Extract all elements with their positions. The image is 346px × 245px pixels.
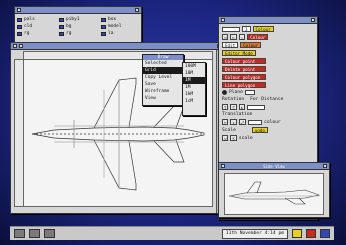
directory-icon bbox=[17, 24, 22, 29]
rotate-x-button[interactable]: ↰ bbox=[222, 104, 229, 110]
menu-item-selected[interactable]: Selected bbox=[143, 60, 183, 67]
directory-icon bbox=[101, 17, 106, 22]
menu-item-view[interactable]: View bbox=[143, 95, 183, 102]
file-item[interactable]: la bbox=[101, 31, 141, 36]
icon-bar: 11th November 4:14 pm bbox=[10, 226, 334, 240]
file-item[interactable]: pals bbox=[17, 17, 57, 22]
menu-item-wireframe[interactable]: Wireframe bbox=[143, 88, 183, 95]
translate-z-button[interactable]: ⤢ bbox=[238, 119, 247, 125]
ram-disc-icon[interactable] bbox=[44, 229, 55, 238]
file-item[interactable]: bg bbox=[59, 24, 99, 29]
menu-item-save[interactable]: Save bbox=[143, 81, 183, 88]
application-icon[interactable] bbox=[292, 229, 302, 238]
toggle-size-icon[interactable] bbox=[135, 8, 139, 12]
file-item[interactable]: rg bbox=[17, 31, 57, 36]
tools-title-bar[interactable] bbox=[219, 17, 317, 24]
translate-y-button[interactable]: ↕ bbox=[230, 119, 237, 125]
colour-label: colour bbox=[264, 119, 281, 125]
hard-drive-icon[interactable] bbox=[29, 229, 40, 238]
toggle-size-icon[interactable] bbox=[323, 164, 327, 168]
directory-icon bbox=[17, 31, 22, 36]
submenu-item[interactable]: 10M bbox=[183, 70, 205, 77]
submenu-item[interactable]: 1M bbox=[183, 77, 205, 84]
directory-icon bbox=[17, 17, 22, 22]
drawing-title-bar[interactable] bbox=[11, 43, 223, 50]
application-icon[interactable] bbox=[306, 229, 316, 238]
tool-button[interactable]: ◁ bbox=[222, 34, 229, 40]
op-colour-point[interactable]: Colour point bbox=[222, 58, 266, 64]
colour-field[interactable]: Colour bbox=[247, 34, 269, 40]
scale-label: Scale bbox=[222, 127, 236, 133]
translate-x-button[interactable]: ↔ bbox=[222, 119, 229, 125]
jet-side-view-drawing bbox=[228, 181, 321, 205]
plane-radio[interactable] bbox=[222, 90, 227, 95]
close-icon[interactable] bbox=[221, 18, 225, 22]
scale-x-button[interactable]: ⇲ bbox=[222, 135, 229, 141]
side-view-window[interactable]: Side View bbox=[218, 162, 330, 218]
directory-icon bbox=[101, 31, 106, 36]
directory-icon bbox=[59, 24, 64, 29]
translation-label: Translation bbox=[222, 112, 253, 117]
file-item[interactable]: cld bbox=[17, 24, 57, 29]
colour-value-field[interactable] bbox=[248, 119, 263, 125]
op-colour-polygon[interactable]: Colour polygon bbox=[222, 74, 266, 80]
submenu-item[interactable]: 1kM bbox=[183, 91, 205, 98]
menu-item-copy-level[interactable]: Copy Level bbox=[143, 74, 183, 81]
tool-button[interactable]: △ bbox=[238, 34, 246, 40]
rotate-y-button[interactable]: ↱ bbox=[230, 104, 237, 110]
menu-item-grid[interactable]: Grid bbox=[143, 67, 183, 74]
file-item[interactable]: model bbox=[101, 24, 141, 29]
distance-field[interactable] bbox=[247, 104, 266, 110]
top-value[interactable]: 3 bbox=[242, 26, 251, 32]
edit-label: Edit bbox=[222, 42, 239, 48]
file-item[interactable]: piby1 bbox=[59, 17, 99, 22]
side-view-title: Side View bbox=[263, 163, 285, 169]
clock-display[interactable]: 11th November 4:14 pm bbox=[221, 228, 288, 239]
tool-button[interactable]: ▷ bbox=[230, 34, 237, 40]
rotate-z-button[interactable]: ↻ bbox=[238, 104, 246, 110]
plane-field[interactable] bbox=[244, 90, 255, 95]
close-icon[interactable] bbox=[19, 44, 23, 48]
submenu-item[interactable]: 1cM bbox=[183, 98, 205, 105]
directory-icon bbox=[59, 17, 64, 22]
scale-y-button[interactable]: ⇱ bbox=[230, 135, 237, 141]
close-icon[interactable] bbox=[221, 164, 225, 168]
directory-icon bbox=[101, 24, 106, 29]
scale-button-label: scale bbox=[238, 135, 253, 141]
side-view-canvas[interactable] bbox=[224, 173, 324, 215]
for-distance-label: For Distance bbox=[250, 97, 284, 102]
side-view-title-bar[interactable]: Side View bbox=[219, 163, 329, 170]
colour-field[interactable]: Colour bbox=[240, 42, 262, 48]
toggle-size-icon[interactable] bbox=[311, 18, 315, 22]
acorn-icon[interactable] bbox=[320, 229, 330, 238]
file-item[interactable]: rg bbox=[59, 31, 99, 36]
filer-items: pals piby1 box cld bg model rg rg la bbox=[15, 14, 141, 39]
undo-button[interactable]: undo bbox=[251, 127, 268, 133]
submenu-item[interactable]: 100M bbox=[183, 63, 205, 70]
top-value-field[interactable] bbox=[222, 26, 240, 32]
submenu-item[interactable]: 1M bbox=[183, 84, 205, 91]
directory-icon bbox=[59, 31, 64, 36]
back-icon[interactable] bbox=[13, 44, 17, 48]
grid-submenu[interactable]: 100M 10M 1M 1M 1kM 1cM bbox=[182, 62, 206, 116]
file-item[interactable]: box bbox=[101, 17, 141, 22]
editor-mode-button[interactable]: Editor Mode bbox=[222, 50, 256, 56]
rotation-label: Rotation bbox=[222, 97, 245, 102]
op-delete-point[interactable]: Delete point bbox=[222, 66, 266, 72]
plane-label: Plane bbox=[229, 90, 243, 95]
close-icon[interactable] bbox=[17, 8, 21, 12]
draw-menu[interactable]: Draw Selected Grid Copy Level Save Wiref… bbox=[142, 54, 184, 106]
filer-title-bar[interactable] bbox=[15, 7, 141, 14]
screen: pals piby1 box cld bg model rg rg la Dra… bbox=[0, 0, 346, 245]
op-line-polygon[interactable]: Line polygon bbox=[222, 82, 266, 88]
colour-field[interactable]: Colour bbox=[252, 26, 274, 32]
floppy-drive-icon[interactable] bbox=[14, 229, 25, 238]
